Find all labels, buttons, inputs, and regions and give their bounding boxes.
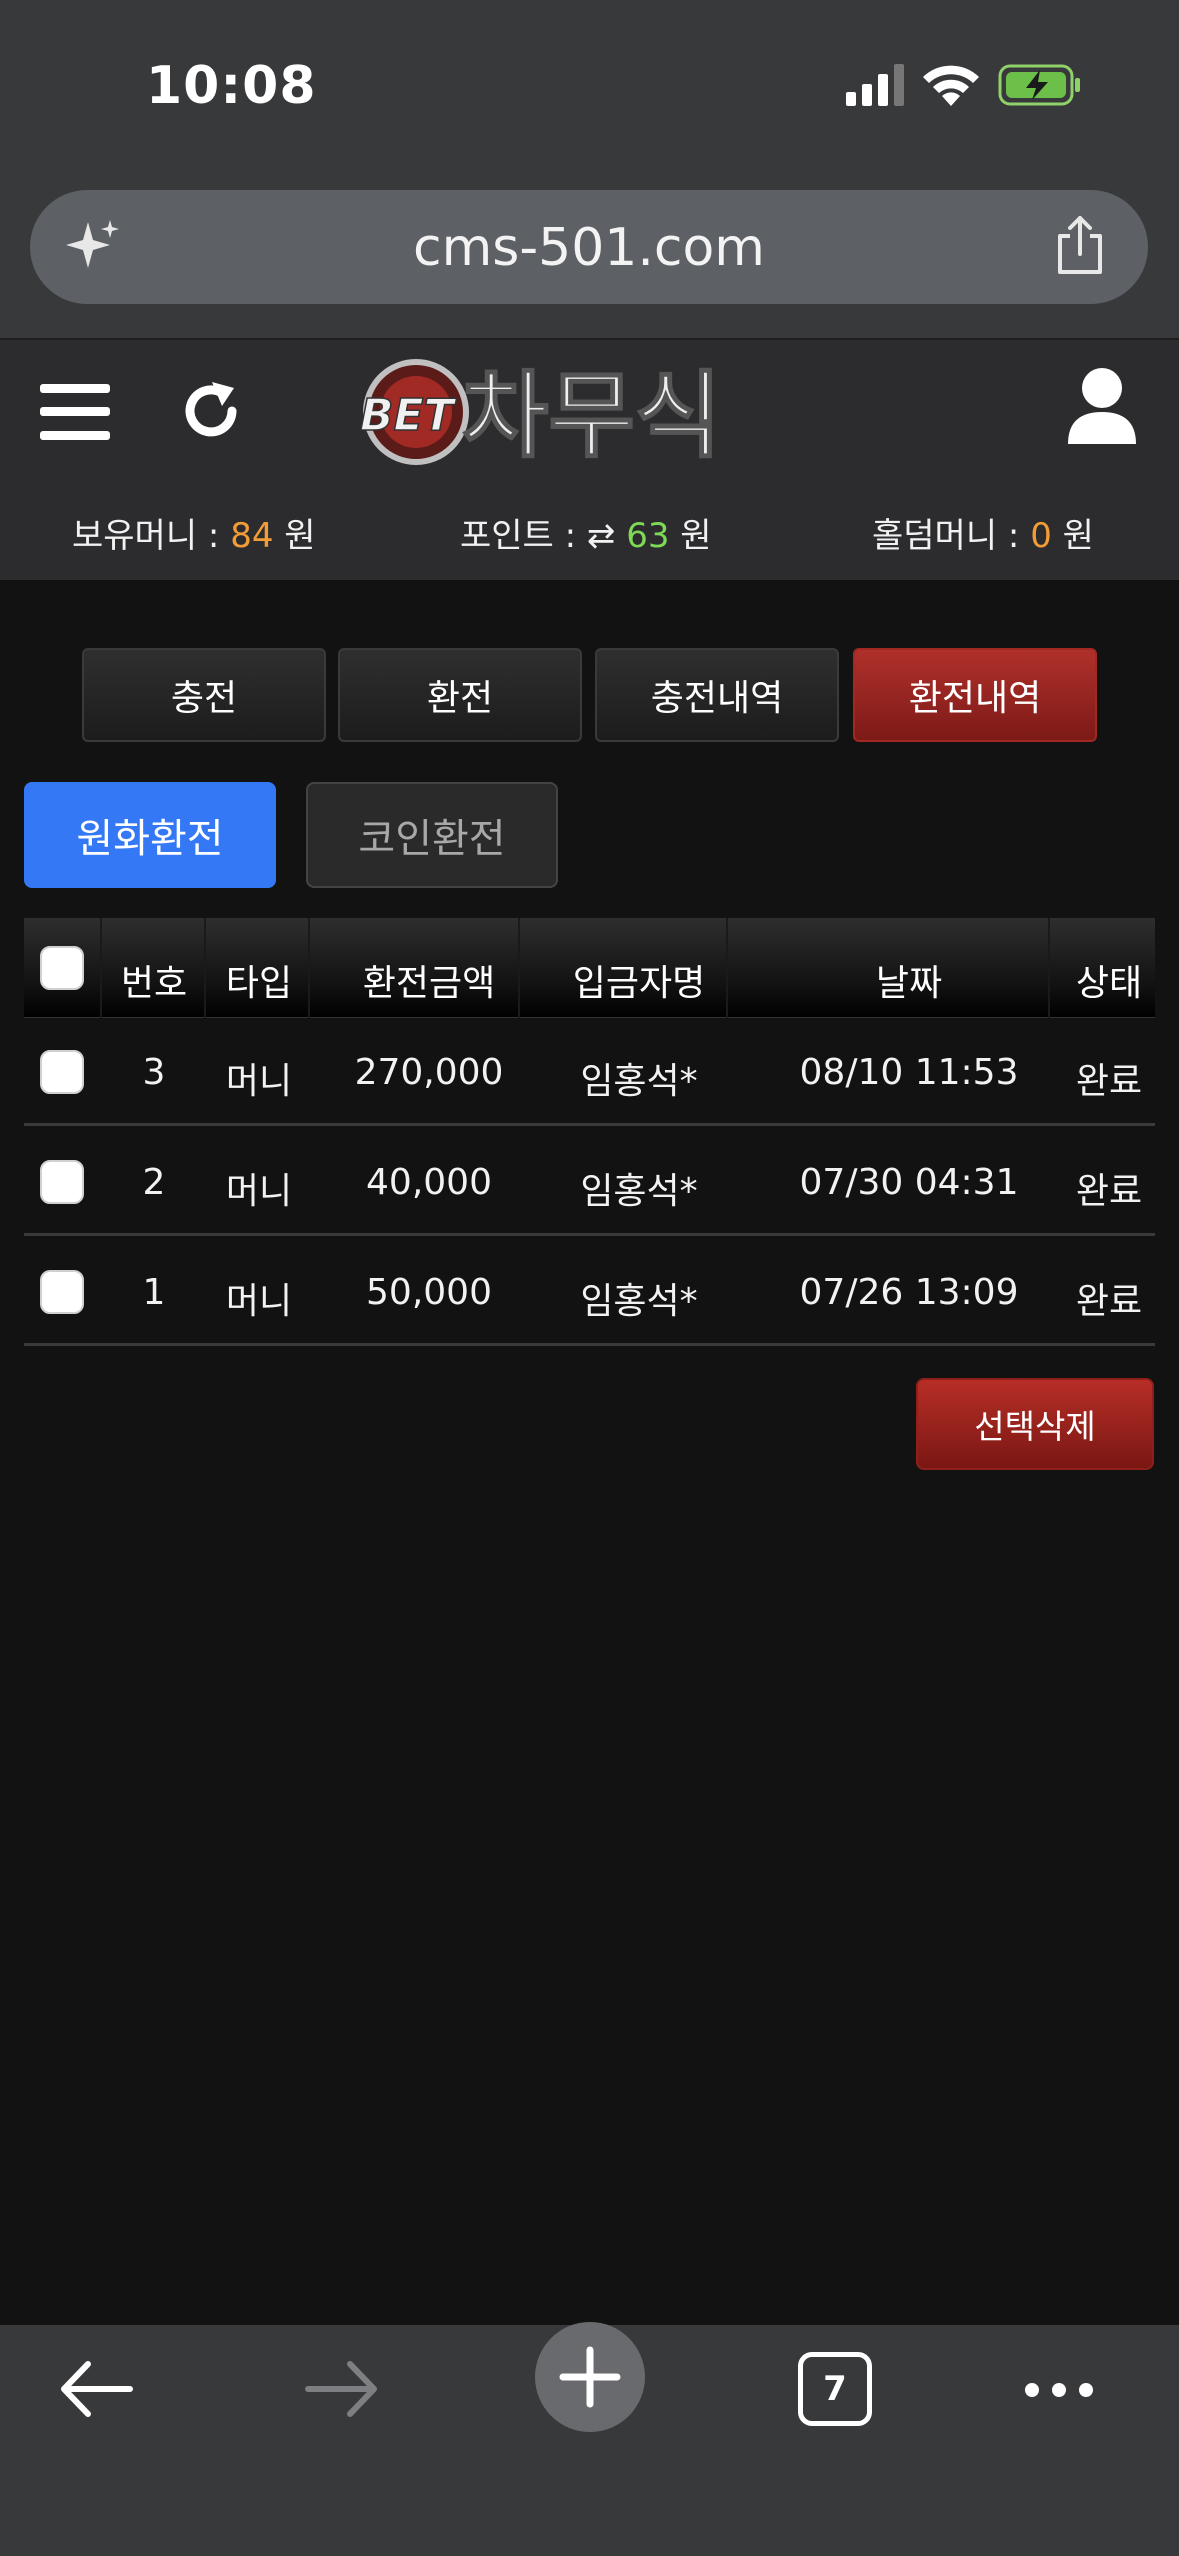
user-account-icon[interactable]: [1066, 366, 1138, 446]
point-label: 포인트 :: [460, 516, 587, 556]
refresh-icon[interactable]: [178, 378, 244, 444]
tab-switcher-button[interactable]: 7: [798, 2352, 872, 2426]
row-status: 완료: [1075, 1171, 1143, 1212]
holding-value: 0: [1030, 516, 1052, 556]
header-status: 상태: [1075, 963, 1143, 1004]
row-checkbox[interactable]: [40, 1050, 84, 1094]
tab-charge[interactable]: 충전: [82, 648, 326, 742]
row-date: 08/10 11:53: [799, 1052, 1019, 1093]
row-number: 1: [142, 1272, 166, 1313]
address-bar[interactable]: cms-501.com: [30, 190, 1148, 304]
more-options-icon[interactable]: [1022, 2370, 1096, 2410]
point-balance[interactable]: 포인트 : ⇄ 63 원: [460, 508, 712, 557]
row-checkbox[interactable]: [40, 1270, 84, 1314]
column-divider: [308, 918, 310, 1018]
row-date: 07/26 13:09: [799, 1272, 1019, 1313]
subtab-krw-exchange[interactable]: 원화환전: [24, 782, 276, 888]
row-depositor: 임홍석*: [580, 1281, 698, 1322]
row-depositor: 임홍석*: [580, 1171, 698, 1212]
delete-selected-button[interactable]: 선택삭제: [916, 1378, 1154, 1470]
row-amount: 270,000: [354, 1052, 504, 1093]
money-unit: 원: [273, 516, 316, 556]
table-row: 2 머니 40,000 임홍석* 07/30 04:31 완료: [24, 1128, 1155, 1236]
svg-text:BET: BET: [360, 390, 457, 441]
holding-unit: 원: [1051, 516, 1094, 556]
plus-icon: [559, 2346, 621, 2408]
row-checkbox[interactable]: [40, 1160, 84, 1204]
battery-charging-icon: [998, 64, 1080, 106]
cellular-signal-icon: [846, 64, 904, 106]
column-divider: [204, 918, 206, 1018]
row-type: 머니: [225, 1061, 293, 1102]
money-value: 84: [230, 516, 274, 556]
point-unit: 원: [669, 516, 712, 556]
site-logo[interactable]: BET 차무식: [356, 352, 808, 470]
new-tab-button[interactable]: [535, 2322, 645, 2432]
holding-label: 홀덤머니 :: [872, 516, 1031, 556]
row-amount: 40,000: [366, 1162, 492, 1203]
tab-exchange-history[interactable]: 환전내역: [853, 648, 1097, 742]
row-number: 2: [142, 1162, 166, 1203]
row-number: 3: [142, 1052, 166, 1093]
subtab-coin-exchange[interactable]: 코인환전: [306, 782, 558, 888]
column-divider: [100, 918, 102, 1018]
header-depositor: 입금자명: [572, 963, 706, 1004]
url-text[interactable]: cms-501.com: [30, 218, 1148, 278]
holding-balance: 홀덤머니 : 0 원: [872, 508, 1094, 557]
money-label: 보유머니 :: [72, 516, 231, 556]
forward-arrow-icon[interactable]: [304, 2358, 380, 2420]
select-all-checkbox[interactable]: [40, 946, 84, 990]
point-value: 63: [626, 516, 670, 556]
row-status: 완료: [1075, 1061, 1143, 1102]
money-balance: 보유머니 : 84 원: [72, 508, 316, 557]
convert-arrows-icon[interactable]: ⇄: [587, 516, 626, 556]
table-row: 3 머니 270,000 임홍석* 08/10 11:53 완료: [24, 1018, 1155, 1126]
row-depositor: 임홍석*: [580, 1061, 698, 1102]
row-amount: 50,000: [366, 1272, 492, 1313]
table-header: 번호 타입 환전금액 입금자명 날짜 상태: [24, 918, 1155, 1018]
svg-text:차무식: 차무식: [462, 362, 721, 470]
tab-charge-history[interactable]: 충전내역: [595, 648, 839, 742]
share-icon[interactable]: [1052, 214, 1108, 276]
row-date: 07/30 04:31: [799, 1162, 1019, 1203]
status-bar: 10:08: [0, 0, 1179, 170]
status-time: 10:08: [146, 56, 317, 116]
row-type: 머니: [225, 1281, 293, 1322]
hamburger-menu-icon[interactable]: [40, 382, 110, 442]
header-date: 날짜: [875, 963, 943, 1004]
row-type: 머니: [225, 1171, 293, 1212]
header-number: 번호: [120, 963, 188, 1004]
back-arrow-icon[interactable]: [58, 2358, 134, 2420]
header-amount: 환전금액: [362, 963, 496, 1004]
wifi-icon: [923, 65, 979, 106]
row-status: 완료: [1075, 1281, 1143, 1322]
table-row: 1 머니 50,000 임홍석* 07/26 13:09 완료: [24, 1238, 1155, 1346]
header-type: 타입: [225, 963, 293, 1004]
tab-exchange[interactable]: 환전: [338, 648, 582, 742]
